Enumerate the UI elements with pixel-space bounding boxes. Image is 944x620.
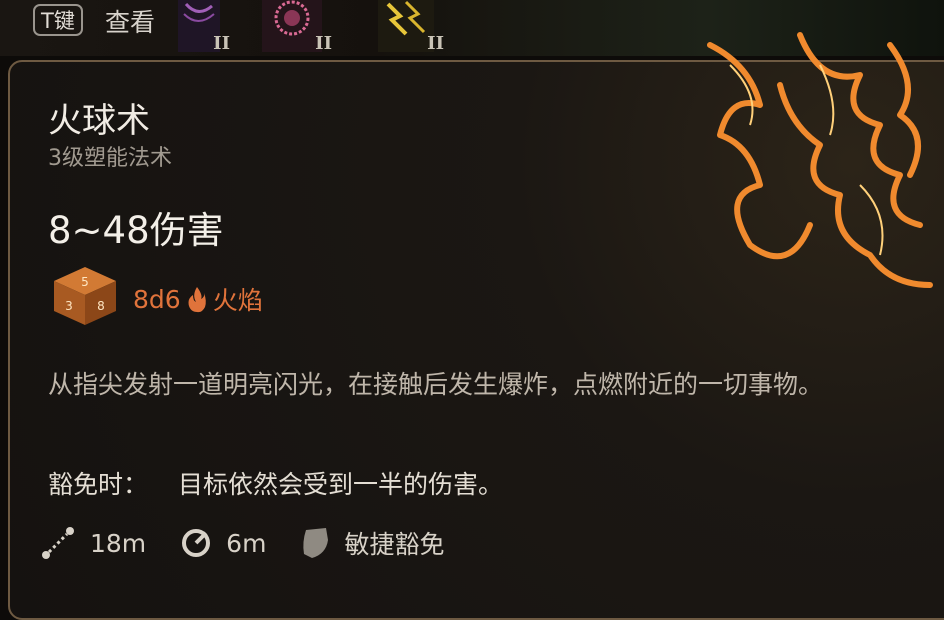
range-stat: 18m — [40, 525, 146, 561]
view-label: 查看 — [105, 8, 156, 37]
spell-stats: 18m 6m 敏捷豁免 — [40, 525, 478, 561]
fire-icon — [188, 287, 206, 313]
radius-stat: 6m — [180, 527, 266, 559]
svg-text:5: 5 — [81, 275, 89, 289]
radius-value: 6m — [226, 528, 267, 558]
lightning-spell-icon — [378, 0, 434, 52]
range-icon — [42, 527, 74, 559]
range-value: 18m — [90, 528, 147, 558]
hotbar-slot-lightning[interactable]: II — [378, 0, 444, 54]
spell-name: 火球术 — [48, 101, 150, 141]
damage-roll: 8d6 火焰 — [133, 281, 263, 317]
fireball-spell-icon — [707, 32, 933, 288]
slot-level: II — [315, 33, 332, 54]
saving-throw-stat: 敏捷豁免 — [300, 525, 444, 561]
spell-level-school: 3级塑能法术 — [48, 146, 172, 171]
hotbar-slot-radiant[interactable]: II — [262, 0, 332, 54]
save-effect: 豁免时： 目标依然会受到一半的伤害。 — [48, 465, 503, 501]
saving-throw-value: 敏捷豁免 — [344, 530, 445, 559]
hotbar-slot-arcane[interactable]: II — [178, 0, 230, 54]
shield-icon — [303, 528, 329, 558]
radius-icon — [182, 529, 211, 557]
t-key-hint: T键 — [33, 4, 83, 36]
svg-text:3: 3 — [65, 299, 73, 313]
svg-text:8: 8 — [97, 299, 105, 313]
dice-icon: 5 3 8 — [54, 267, 116, 325]
save-label: 豁免时： — [48, 470, 149, 499]
slot-level: II — [213, 33, 230, 54]
spell-description: 从指尖发射一道明亮闪光，在接触后发生爆炸，点燃附近的一切事物。 — [48, 370, 824, 399]
damage-range: 8~48伤害 — [48, 209, 224, 252]
radiant-spell-icon — [262, 0, 322, 52]
slot-level: II — [427, 33, 444, 54]
dice-formula: 8d6 — [133, 284, 181, 314]
save-text: 目标依然会受到一半的伤害。 — [178, 470, 504, 499]
damage-type: 火焰 — [212, 286, 263, 315]
